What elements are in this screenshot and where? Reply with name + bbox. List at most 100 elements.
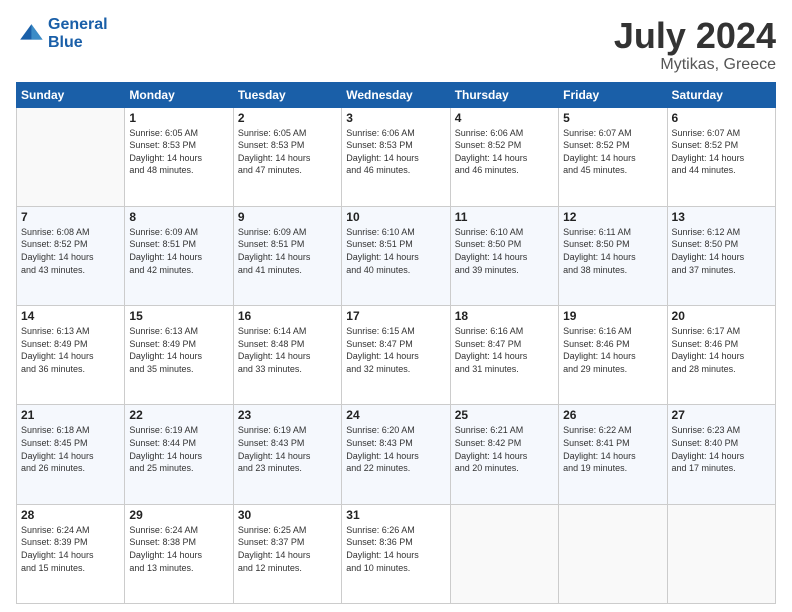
table-row: 11 Sunrise: 6:10 AM Sunset: 8:50 PM Dayli… [450, 206, 558, 305]
table-row: 17 Sunrise: 6:15 AM Sunset: 8:47 PM Dayli… [342, 306, 450, 405]
table-row: 26 Sunrise: 6:22 AM Sunset: 8:41 PM Dayli… [559, 405, 667, 504]
day-number: 21 [21, 408, 120, 422]
day-number: 23 [238, 408, 337, 422]
table-row: 8 Sunrise: 6:09 AM Sunset: 8:51 PM Daylig… [125, 206, 233, 305]
day-info: Sunrise: 6:14 AM Sunset: 8:48 PM Dayligh… [238, 325, 337, 375]
day-number: 8 [129, 210, 228, 224]
col-sunday: Sunday [17, 82, 125, 107]
table-row: 21 Sunrise: 6:18 AM Sunset: 8:45 PM Dayli… [17, 405, 125, 504]
table-row: 28 Sunrise: 6:24 AM Sunset: 8:39 PM Dayli… [17, 504, 125, 603]
calendar-week-row: 21 Sunrise: 6:18 AM Sunset: 8:45 PM Dayli… [17, 405, 776, 504]
table-row: 4 Sunrise: 6:06 AM Sunset: 8:52 PM Daylig… [450, 107, 558, 206]
day-info: Sunrise: 6:08 AM Sunset: 8:52 PM Dayligh… [21, 226, 120, 276]
day-number: 28 [21, 508, 120, 522]
calendar-title: July 2024 [614, 16, 776, 56]
table-row: 30 Sunrise: 6:25 AM Sunset: 8:37 PM Dayli… [233, 504, 341, 603]
day-number: 20 [672, 309, 771, 323]
table-row: 25Sunrise: 6:21 AM Sunset: 8:42 PM Dayli… [450, 405, 558, 504]
day-info: Sunrise: 6:06 AM Sunset: 8:53 PM Dayligh… [346, 127, 445, 177]
calendar-week-row: 14Sunrise: 6:13 AM Sunset: 8:49 PM Dayli… [17, 306, 776, 405]
day-info: Sunrise: 6:26 AM Sunset: 8:36 PM Dayligh… [346, 524, 445, 574]
day-number: 12 [563, 210, 662, 224]
day-info: Sunrise: 6:11 AM Sunset: 8:50 PM Dayligh… [563, 226, 662, 276]
table-row: 20 Sunrise: 6:17 AM Sunset: 8:46 PM Dayli… [667, 306, 775, 405]
table-row: 27Sunrise: 6:23 AM Sunset: 8:40 PM Dayli… [667, 405, 775, 504]
day-number: 17 [346, 309, 445, 323]
header: General Blue July 2024 Mytikas, Greece [16, 16, 776, 74]
day-number: 3 [346, 111, 445, 125]
day-number: 4 [455, 111, 554, 125]
table-row: 3 Sunrise: 6:06 AM Sunset: 8:53 PM Daylig… [342, 107, 450, 206]
table-row: 22Sunrise: 6:19 AM Sunset: 8:44 PM Dayli… [125, 405, 233, 504]
day-number: 16 [238, 309, 337, 323]
day-info: Sunrise: 6:07 AM Sunset: 8:52 PM Dayligh… [672, 127, 771, 177]
calendar-subtitle: Mytikas, Greece [614, 56, 776, 74]
table-row: 7 Sunrise: 6:08 AM Sunset: 8:52 PM Daylig… [17, 206, 125, 305]
table-row: 31 Sunrise: 6:26 AM Sunset: 8:36 PM Dayli… [342, 504, 450, 603]
day-info: Sunrise: 6:15 AM Sunset: 8:47 PM Dayligh… [346, 325, 445, 375]
day-number: 22 [129, 408, 228, 422]
day-number: 25 [455, 408, 554, 422]
table-row: 1Sunrise: 6:05 AM Sunset: 8:53 PM Daylig… [125, 107, 233, 206]
calendar-week-row: 1Sunrise: 6:05 AM Sunset: 8:53 PM Daylig… [17, 107, 776, 206]
col-thursday: Thursday [450, 82, 558, 107]
day-number: 2 [238, 111, 337, 125]
day-info: Sunrise: 6:10 AM Sunset: 8:50 PM Dayligh… [455, 226, 554, 276]
day-info: Sunrise: 6:23 AM Sunset: 8:40 PM Dayligh… [672, 424, 771, 474]
calendar-week-row: 28 Sunrise: 6:24 AM Sunset: 8:39 PM Dayli… [17, 504, 776, 603]
table-row [450, 504, 558, 603]
table-row: 5 Sunrise: 6:07 AM Sunset: 8:52 PM Daylig… [559, 107, 667, 206]
col-saturday: Saturday [667, 82, 775, 107]
day-number: 19 [563, 309, 662, 323]
day-info: Sunrise: 6:17 AM Sunset: 8:46 PM Dayligh… [672, 325, 771, 375]
day-info: Sunrise: 6:16 AM Sunset: 8:46 PM Dayligh… [563, 325, 662, 375]
day-number: 26 [563, 408, 662, 422]
day-info: Sunrise: 6:06 AM Sunset: 8:52 PM Dayligh… [455, 127, 554, 177]
day-info: Sunrise: 6:13 AM Sunset: 8:49 PM Dayligh… [21, 325, 120, 375]
col-wednesday: Wednesday [342, 82, 450, 107]
day-info: Sunrise: 6:05 AM Sunset: 8:53 PM Dayligh… [238, 127, 337, 177]
table-row: 15Sunrise: 6:13 AM Sunset: 8:49 PM Dayli… [125, 306, 233, 405]
table-row: 14Sunrise: 6:13 AM Sunset: 8:49 PM Dayli… [17, 306, 125, 405]
day-info: Sunrise: 6:24 AM Sunset: 8:39 PM Dayligh… [21, 524, 120, 574]
day-info: Sunrise: 6:10 AM Sunset: 8:51 PM Dayligh… [346, 226, 445, 276]
col-monday: Monday [125, 82, 233, 107]
calendar-week-row: 7 Sunrise: 6:08 AM Sunset: 8:52 PM Daylig… [17, 206, 776, 305]
table-row: 23 Sunrise: 6:19 AM Sunset: 8:43 PM Dayli… [233, 405, 341, 504]
day-info: Sunrise: 6:19 AM Sunset: 8:43 PM Dayligh… [238, 424, 337, 474]
logo-icon [16, 20, 44, 48]
day-number: 30 [238, 508, 337, 522]
day-number: 24 [346, 408, 445, 422]
day-info: Sunrise: 6:25 AM Sunset: 8:37 PM Dayligh… [238, 524, 337, 574]
table-row: 18Sunrise: 6:16 AM Sunset: 8:47 PM Dayli… [450, 306, 558, 405]
day-info: Sunrise: 6:18 AM Sunset: 8:45 PM Dayligh… [21, 424, 120, 474]
day-info: Sunrise: 6:05 AM Sunset: 8:53 PM Dayligh… [129, 127, 228, 177]
table-row: 19 Sunrise: 6:16 AM Sunset: 8:46 PM Dayli… [559, 306, 667, 405]
day-number: 6 [672, 111, 771, 125]
table-row: 12 Sunrise: 6:11 AM Sunset: 8:50 PM Dayli… [559, 206, 667, 305]
day-info: Sunrise: 6:09 AM Sunset: 8:51 PM Dayligh… [238, 226, 337, 276]
table-row: 6 Sunrise: 6:07 AM Sunset: 8:52 PM Daylig… [667, 107, 775, 206]
col-tuesday: Tuesday [233, 82, 341, 107]
day-info: Sunrise: 6:07 AM Sunset: 8:52 PM Dayligh… [563, 127, 662, 177]
day-number: 13 [672, 210, 771, 224]
day-number: 11 [455, 210, 554, 224]
day-info: Sunrise: 6:09 AM Sunset: 8:51 PM Dayligh… [129, 226, 228, 276]
day-info: Sunrise: 6:16 AM Sunset: 8:47 PM Dayligh… [455, 325, 554, 375]
table-row [559, 504, 667, 603]
day-number: 31 [346, 508, 445, 522]
table-row: 9 Sunrise: 6:09 AM Sunset: 8:51 PM Daylig… [233, 206, 341, 305]
calendar-table: Sunday Monday Tuesday Wednesday Thursday… [16, 82, 776, 604]
day-info: Sunrise: 6:24 AM Sunset: 8:38 PM Dayligh… [129, 524, 228, 574]
day-number: 29 [129, 508, 228, 522]
day-number: 7 [21, 210, 120, 224]
day-number: 5 [563, 111, 662, 125]
table-row: 29 Sunrise: 6:24 AM Sunset: 8:38 PM Dayli… [125, 504, 233, 603]
table-row [667, 504, 775, 603]
day-info: Sunrise: 6:12 AM Sunset: 8:50 PM Dayligh… [672, 226, 771, 276]
day-number: 9 [238, 210, 337, 224]
logo: General Blue [16, 16, 108, 52]
logo-text: General Blue [48, 16, 108, 52]
day-info: Sunrise: 6:22 AM Sunset: 8:41 PM Dayligh… [563, 424, 662, 474]
page: General Blue July 2024 Mytikas, Greece S… [0, 0, 792, 612]
